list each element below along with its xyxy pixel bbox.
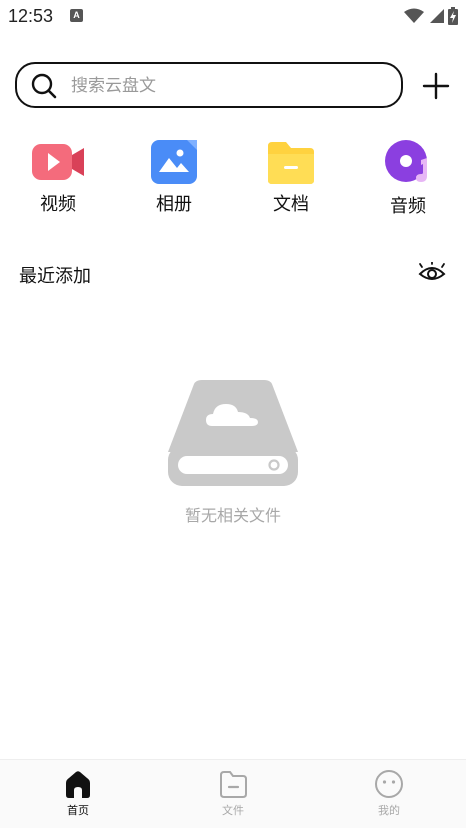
nav-label: 文件: [222, 804, 244, 817]
category-album[interactable]: 相册: [134, 136, 214, 220]
home-icon: [66, 771, 90, 798]
notification-badge-icon: A: [70, 9, 83, 22]
category-grid: 视频 相册 文档 音频: [0, 136, 466, 220]
wifi-icon: [404, 8, 424, 23]
empty-state-text: 暂无相关文件: [184, 506, 281, 525]
nav-label: 首页: [67, 804, 89, 817]
category-label: 音频: [390, 196, 426, 217]
nav-files[interactable]: 文件: [183, 760, 283, 828]
status-time: 12:53: [8, 6, 54, 26]
nav-profile[interactable]: 我的: [339, 760, 439, 828]
nav-home[interactable]: 首页: [28, 760, 128, 828]
add-icon[interactable]: [420, 70, 452, 102]
category-label: 视频: [40, 194, 76, 215]
search-icon: [31, 73, 57, 99]
category-audio[interactable]: 音频: [368, 136, 448, 220]
video-icon: [32, 144, 84, 180]
category-document[interactable]: 文档: [251, 136, 331, 220]
nav-label: 我的: [378, 804, 400, 817]
signal-icon: [430, 9, 444, 23]
category-label: 相册: [156, 194, 192, 215]
search-bar[interactable]: [15, 62, 403, 108]
search-input[interactable]: [71, 72, 391, 100]
bottom-navigation: 首页 文件 我的: [0, 759, 466, 828]
category-video[interactable]: 视频: [18, 136, 98, 220]
profile-icon: [375, 770, 403, 798]
status-bar: 12:53 A: [0, 0, 466, 34]
photo-album-icon: [151, 140, 197, 184]
eye-icon[interactable]: [418, 262, 446, 284]
status-indicators: [404, 6, 458, 26]
document-folder-icon: [268, 142, 314, 184]
audio-disc-icon: [385, 140, 427, 182]
recent-section-title: 最近添加: [19, 266, 91, 287]
files-icon: [220, 771, 247, 798]
category-label: 文档: [273, 194, 309, 215]
empty-drive-illustration-icon: [168, 380, 298, 486]
battery-charging-icon: [448, 7, 458, 25]
